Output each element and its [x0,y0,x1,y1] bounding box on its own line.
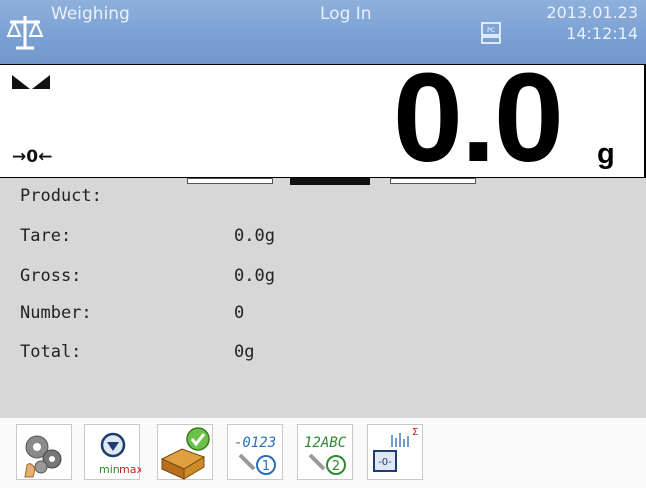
pc-connection-icon[interactable]: PC [481,22,501,44]
numeric-btn-text: -0123 [234,435,276,451]
total-label: Total: [20,342,82,362]
bargraph-right-segment [390,178,476,184]
stability-indicator-icon [12,75,50,89]
date-display: 2013.01.23 [546,3,638,22]
weight-unit: g [597,138,615,170]
numeric-input-icon: -0123 1 [234,435,276,475]
alpha-btn-text: 12ABC [304,435,347,451]
max-label: max [119,463,141,476]
alphanumeric-input-icon: 12ABC 2 [304,435,347,475]
function-toolbar: min max -0123 1 12ABC 2 Σ -0- [0,418,646,488]
numeric-btn-badge: 1 [262,459,270,474]
product-label: Product: [20,186,102,206]
alphanumeric-input-button[interactable]: 12ABC 2 [297,424,353,480]
zero-sum-icon: Σ -0- [373,427,418,472]
numeric-input-button[interactable]: -0123 1 [227,424,283,480]
zero-btn-text: -0- [378,457,392,468]
zero-indicator: →0← [12,147,53,167]
product-database-icon [160,427,210,480]
info-panel: Product: Tare: 0.0g Gross: 0.0g Number: … [0,178,646,418]
weight-value: 0.0 [392,47,564,188]
product-database-button[interactable] [157,424,213,480]
zero-sum-button[interactable]: Σ -0- [367,424,423,480]
number-label: Number: [20,303,92,323]
bargraph-left-segment [187,178,273,184]
number-value: 0 [234,303,245,323]
settings-button[interactable] [16,424,72,480]
tare-label: Tare: [20,226,72,246]
sigma-label: Σ [412,427,418,438]
gross-value: 0.0g [234,266,275,286]
min-max-icon: min max [99,432,141,476]
svg-text:PC: PC [487,27,495,34]
app-title: Weighing [51,4,130,24]
bargraph-center-segment [290,178,370,185]
tare-value: 0.0g [234,226,275,246]
alpha-btn-badge: 2 [332,459,340,474]
settings-gears-icon [24,435,62,478]
min-max-button[interactable]: min max [84,424,141,480]
time-display: 14:12:14 [566,24,638,43]
balance-scale-icon [6,16,44,50]
login-button[interactable]: Log In [320,4,372,24]
gross-label: Gross: [20,266,82,286]
weight-display: →0← 0.0 g [0,53,646,183]
total-value: 0g [234,342,255,362]
min-label: min [99,463,120,476]
